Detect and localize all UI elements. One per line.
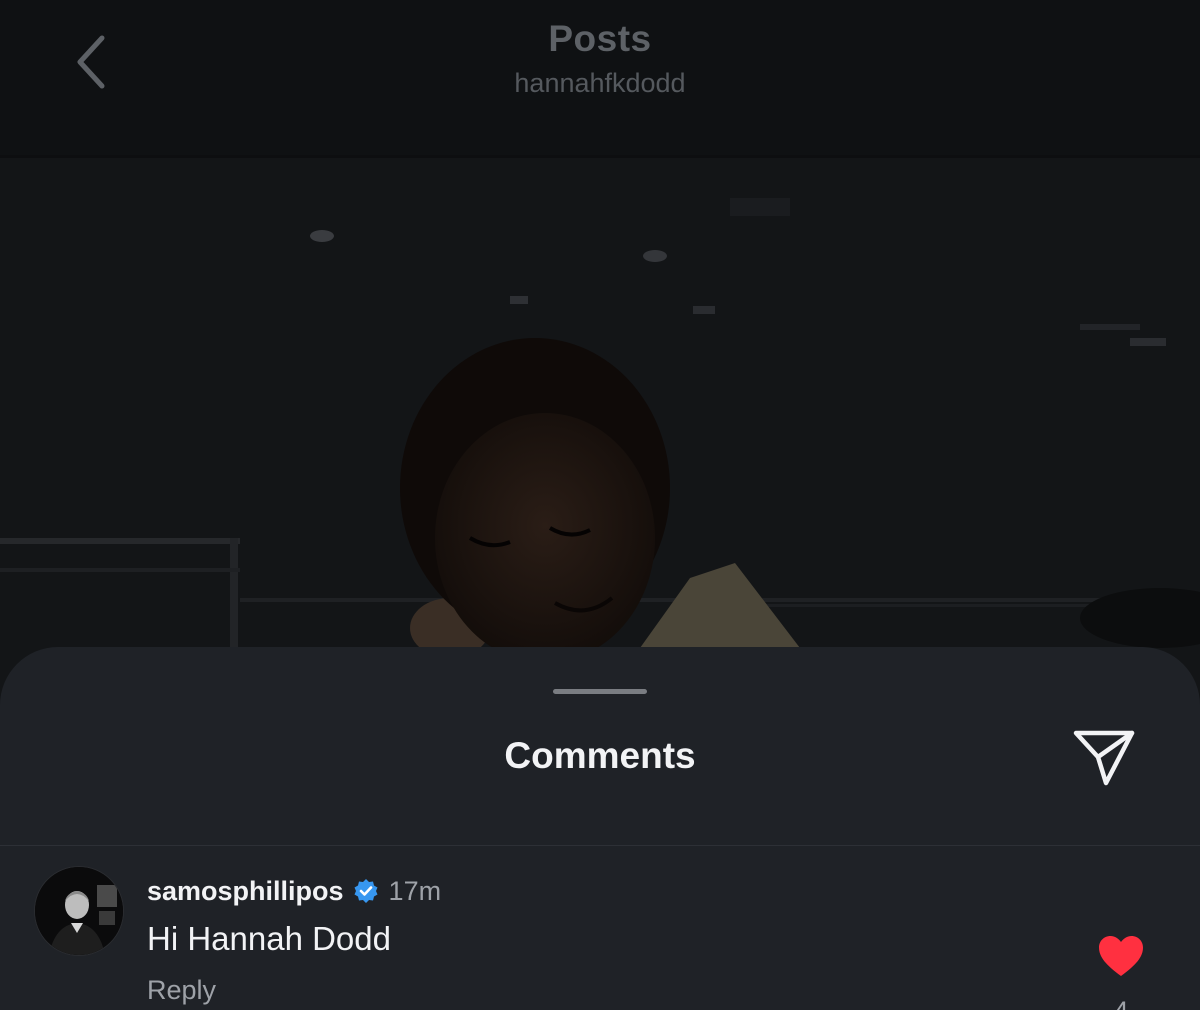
verified-badge-icon <box>354 879 378 903</box>
comment-item: samosphillipos 17m Hi Hannah Dodd Reply … <box>0 862 1200 1010</box>
comment-timestamp: 17m <box>388 875 442 906</box>
share-button[interactable] <box>1070 725 1138 789</box>
avatar-photo <box>35 867 123 955</box>
comment-meta: samosphillipos 17m <box>147 874 441 908</box>
comments-sheet: Comments samosphillipos 17m Hi Hannah Do… <box>0 647 1200 1010</box>
heart-filled-icon <box>1099 936 1143 976</box>
top-nav-bar: Posts hannahfkdodd <box>0 0 1200 155</box>
account-username[interactable]: hannahfkdodd <box>0 68 1200 99</box>
comment-text: Hi Hannah Dodd <box>147 920 391 957</box>
comment-username[interactable]: samosphillipos <box>147 876 344 907</box>
page-title: Posts <box>548 18 652 59</box>
comments-title: Comments <box>504 735 696 776</box>
like-count: 4 <box>1096 996 1146 1010</box>
sheet-drag-handle[interactable] <box>553 689 647 694</box>
paper-plane-icon <box>1073 730 1135 786</box>
like-button[interactable] <box>1096 932 1146 982</box>
instagram-post-comments-screen: Posts hannahfkdodd Comments samosphillip… <box>0 0 1200 1010</box>
reply-button[interactable]: Reply <box>147 975 216 1006</box>
avatar[interactable] <box>34 866 124 956</box>
sheet-divider <box>0 845 1200 846</box>
